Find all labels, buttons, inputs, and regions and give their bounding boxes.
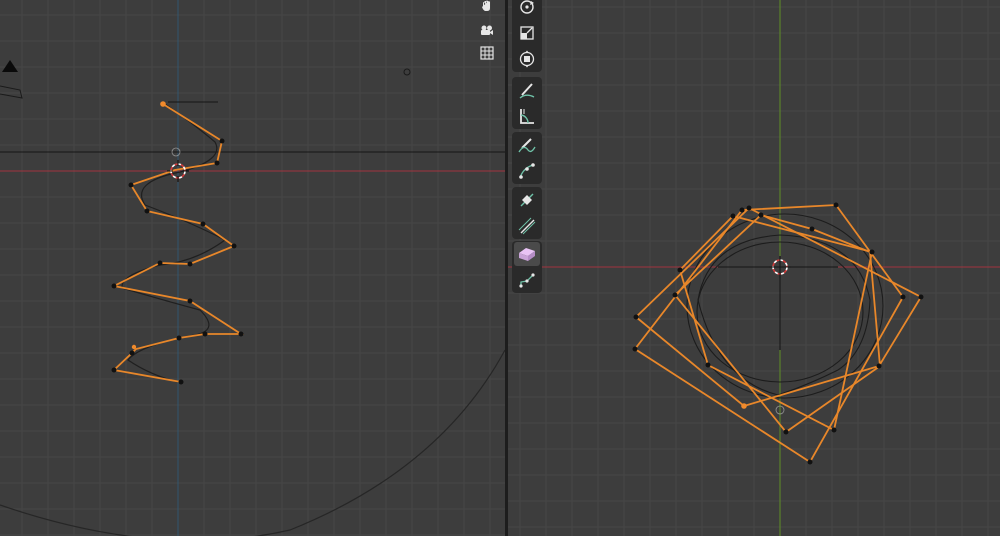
- toolbar-group-edit: [512, 187, 542, 239]
- tilt-tool-icon[interactable]: [514, 188, 540, 212]
- camera-frustum-arc: [0, 349, 505, 536]
- light-object-icon: [403, 68, 411, 76]
- randomize-tool-icon[interactable]: [514, 268, 540, 292]
- pen-tool-icon[interactable]: [514, 159, 540, 183]
- camera-view-icon[interactable]: [478, 22, 496, 40]
- extrude-tool-icon[interactable]: [514, 242, 540, 266]
- toolbar-group-extrude: [512, 241, 542, 293]
- toolbar-group-draw: [512, 132, 542, 184]
- camera-body: [0, 85, 23, 99]
- evaluated-curves: [686, 213, 884, 399]
- viewport-grid: [508, 0, 1000, 536]
- toolbar-group-annotate: [512, 77, 542, 129]
- right-viewport-canvas[interactable]: [508, 0, 1000, 536]
- scale-tool-icon[interactable]: [514, 21, 540, 45]
- draw-curve-tool-icon[interactable]: [514, 133, 540, 157]
- ortho-grid-icon[interactable]: [478, 44, 496, 62]
- toolbar-group-transform: [512, 0, 542, 72]
- active-vertex[interactable]: [160, 101, 166, 107]
- measure-tool-icon[interactable]: [514, 104, 540, 128]
- radius-tool-icon[interactable]: [514, 214, 540, 238]
- annotate-tool-icon[interactable]: [514, 78, 540, 102]
- transform-tool-icon[interactable]: [514, 47, 540, 71]
- right-viewport[interactable]: [508, 0, 1000, 536]
- active-vertex[interactable]: [741, 403, 747, 409]
- hand-pan-icon[interactable]: [478, 0, 496, 15]
- left-viewport-canvas[interactable]: [0, 0, 505, 536]
- selected-vertex[interactable]: [131, 344, 137, 350]
- rotate-tool-icon[interactable]: [514, 0, 540, 19]
- viewport-grid: [0, 0, 505, 536]
- camera-up-triangle-icon: [2, 60, 18, 72]
- left-viewport[interactable]: [0, 0, 505, 536]
